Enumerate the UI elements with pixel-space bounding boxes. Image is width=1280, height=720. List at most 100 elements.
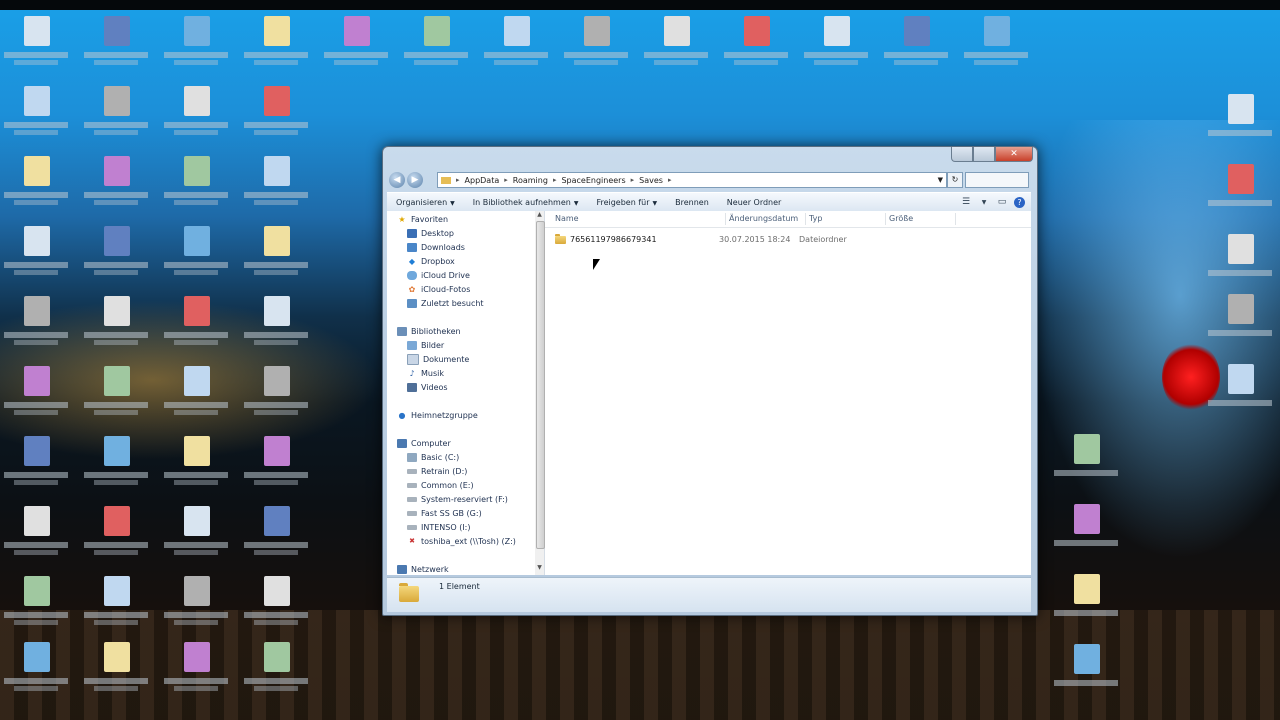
nav-item-pictures[interactable]: Bilder bbox=[387, 339, 535, 352]
desktop-shortcut-icon[interactable] bbox=[240, 502, 312, 568]
desktop-shortcut-icon[interactable] bbox=[240, 222, 312, 288]
desktop-shortcut-icon[interactable] bbox=[0, 222, 72, 288]
nav-item-icloud-drive[interactable]: iCloud Drive bbox=[387, 269, 535, 282]
desktop-shortcut-icon[interactable] bbox=[160, 152, 232, 218]
nav-item-dropbox[interactable]: ◆ Dropbox bbox=[387, 255, 535, 268]
breadcrumb-appdata[interactable]: AppData bbox=[462, 176, 503, 185]
nav-item-music[interactable]: ♪ Musik bbox=[387, 367, 535, 380]
column-separator[interactable] bbox=[885, 213, 886, 225]
breadcrumb-spaceengineers[interactable]: SpaceEngineers bbox=[558, 176, 628, 185]
burn-button[interactable]: Brennen bbox=[666, 198, 718, 207]
desktop-shortcut-icon[interactable] bbox=[0, 292, 72, 358]
desktop-shortcut-icon[interactable] bbox=[240, 292, 312, 358]
desktop-shortcut-icon[interactable] bbox=[80, 222, 152, 288]
column-separator[interactable] bbox=[725, 213, 726, 225]
organize-button[interactable]: Organisieren ▼ bbox=[387, 198, 464, 207]
desktop-shortcut-icon[interactable] bbox=[400, 12, 472, 78]
nav-item-documents[interactable]: Dokumente bbox=[387, 353, 535, 366]
desktop-shortcut-icon[interactable] bbox=[240, 638, 312, 704]
include-library-button[interactable]: In Bibliothek aufnehmen ▼ bbox=[464, 198, 588, 207]
desktop-shortcut-icon[interactable] bbox=[0, 638, 72, 704]
desktop-shortcut-icon[interactable] bbox=[480, 12, 552, 78]
breadcrumb-roaming[interactable]: Roaming bbox=[510, 176, 551, 185]
forward-button[interactable]: ▶ bbox=[407, 172, 423, 188]
desktop-shortcut-icon[interactable] bbox=[240, 82, 312, 148]
nav-item-desktop[interactable]: Desktop bbox=[387, 227, 535, 240]
scrollbar-thumb[interactable] bbox=[536, 221, 545, 549]
desktop-shortcut-icon[interactable] bbox=[160, 502, 232, 568]
desktop-shortcut-icon[interactable] bbox=[160, 82, 232, 148]
search-input[interactable] bbox=[965, 172, 1029, 188]
share-button[interactable]: Freigeben für ▼ bbox=[587, 198, 666, 207]
desktop-shortcut-icon[interactable] bbox=[240, 432, 312, 498]
desktop-shortcut-icon[interactable] bbox=[1204, 160, 1276, 226]
desktop-shortcut-icon[interactable] bbox=[80, 502, 152, 568]
desktop-shortcut-icon[interactable] bbox=[1050, 640, 1122, 706]
desktop-shortcut-icon[interactable] bbox=[1204, 290, 1276, 356]
table-row[interactable]: 76561197986679341 30.07.2015 18:24 Datei… bbox=[555, 233, 1031, 247]
new-folder-button[interactable]: Neuer Ordner bbox=[718, 198, 791, 207]
column-separator[interactable] bbox=[955, 213, 956, 225]
back-button[interactable]: ◀ bbox=[389, 172, 405, 188]
desktop-shortcut-icon[interactable] bbox=[80, 572, 152, 638]
chevron-down-icon[interactable]: ▼ bbox=[935, 176, 946, 184]
desktop-shortcut-icon[interactable] bbox=[1050, 500, 1122, 566]
desktop-shortcut-icon[interactable] bbox=[160, 572, 232, 638]
desktop-shortcut-icon[interactable] bbox=[1204, 230, 1276, 296]
nav-drive-e[interactable]: Common (E:) bbox=[387, 479, 535, 492]
help-icon[interactable]: ? bbox=[1014, 196, 1025, 208]
desktop-shortcut-icon[interactable] bbox=[0, 152, 72, 218]
desktop-shortcut-icon[interactable] bbox=[1204, 360, 1276, 426]
desktop-shortcut-icon[interactable] bbox=[1204, 90, 1276, 156]
close-button[interactable]: ✕ bbox=[995, 147, 1033, 162]
nav-drive-d[interactable]: Retrain (D:) bbox=[387, 465, 535, 478]
preview-pane-icon[interactable]: ▭ bbox=[996, 197, 1008, 208]
minimize-button[interactable] bbox=[951, 147, 973, 162]
scroll-up-icon[interactable]: ▲ bbox=[535, 211, 544, 220]
column-name[interactable]: Name bbox=[555, 214, 579, 223]
desktop-shortcut-icon[interactable] bbox=[80, 82, 152, 148]
desktop-shortcut-icon[interactable] bbox=[0, 502, 72, 568]
desktop-shortcut-icon[interactable] bbox=[960, 12, 1032, 78]
desktop-shortcut-icon[interactable] bbox=[160, 222, 232, 288]
column-type[interactable]: Typ bbox=[809, 214, 822, 223]
desktop-shortcut-icon[interactable] bbox=[240, 572, 312, 638]
desktop-shortcut-icon[interactable] bbox=[160, 362, 232, 428]
desktop-shortcut-icon[interactable] bbox=[80, 362, 152, 428]
desktop-shortcut-icon[interactable] bbox=[0, 362, 72, 428]
desktop-shortcut-icon[interactable] bbox=[320, 12, 392, 78]
desktop-shortcut-icon[interactable] bbox=[1050, 570, 1122, 636]
desktop-shortcut-icon[interactable] bbox=[0, 12, 72, 78]
desktop-shortcut-icon[interactable] bbox=[240, 12, 312, 78]
desktop-shortcut-icon[interactable] bbox=[160, 638, 232, 704]
desktop-shortcut-icon[interactable] bbox=[880, 12, 952, 78]
nav-drive-g[interactable]: Fast SS GB (G:) bbox=[387, 507, 535, 520]
nav-network[interactable]: Netzwerk bbox=[387, 563, 535, 575]
desktop-shortcut-icon[interactable] bbox=[0, 572, 72, 638]
nav-scrollbar[interactable]: ▲ ▼ bbox=[535, 211, 545, 575]
nav-drive-z[interactable]: ✖ toshiba_ext (\\Tosh) (Z:) bbox=[387, 535, 535, 548]
maximize-button[interactable] bbox=[973, 147, 995, 162]
desktop-shortcut-icon[interactable] bbox=[160, 292, 232, 358]
desktop-shortcut-icon[interactable] bbox=[800, 12, 872, 78]
refresh-button[interactable]: ↻ bbox=[947, 172, 963, 188]
nav-item-videos[interactable]: Videos bbox=[387, 381, 535, 394]
desktop-shortcut-icon[interactable] bbox=[240, 362, 312, 428]
nav-item-recent[interactable]: Zuletzt besucht bbox=[387, 297, 535, 310]
column-modified[interactable]: Änderungsdatum bbox=[729, 214, 798, 223]
nav-item-downloads[interactable]: Downloads bbox=[387, 241, 535, 254]
nav-favorites[interactable]: ★ Favoriten bbox=[387, 213, 535, 226]
nav-item-icloud-photos[interactable]: ✿ iCloud-Fotos bbox=[387, 283, 535, 296]
desktop-shortcut-icon[interactable] bbox=[0, 432, 72, 498]
desktop-shortcut-icon[interactable] bbox=[560, 12, 632, 78]
desktop-shortcut-icon[interactable] bbox=[240, 152, 312, 218]
desktop-shortcut-icon[interactable] bbox=[1050, 430, 1122, 496]
column-separator[interactable] bbox=[805, 213, 806, 225]
nav-homegroup[interactable]: ● Heimnetzgruppe bbox=[387, 409, 535, 422]
address-bar[interactable]: ▸ AppData ▸ Roaming ▸ SpaceEngineers ▸ S… bbox=[437, 172, 947, 188]
desktop-shortcut-icon[interactable] bbox=[720, 12, 792, 78]
desktop-shortcut-icon[interactable] bbox=[160, 432, 232, 498]
view-options-icon[interactable]: ☰ bbox=[960, 197, 972, 208]
chevron-down-icon[interactable]: ▼ bbox=[978, 197, 990, 208]
desktop-shortcut-icon[interactable] bbox=[80, 12, 152, 78]
